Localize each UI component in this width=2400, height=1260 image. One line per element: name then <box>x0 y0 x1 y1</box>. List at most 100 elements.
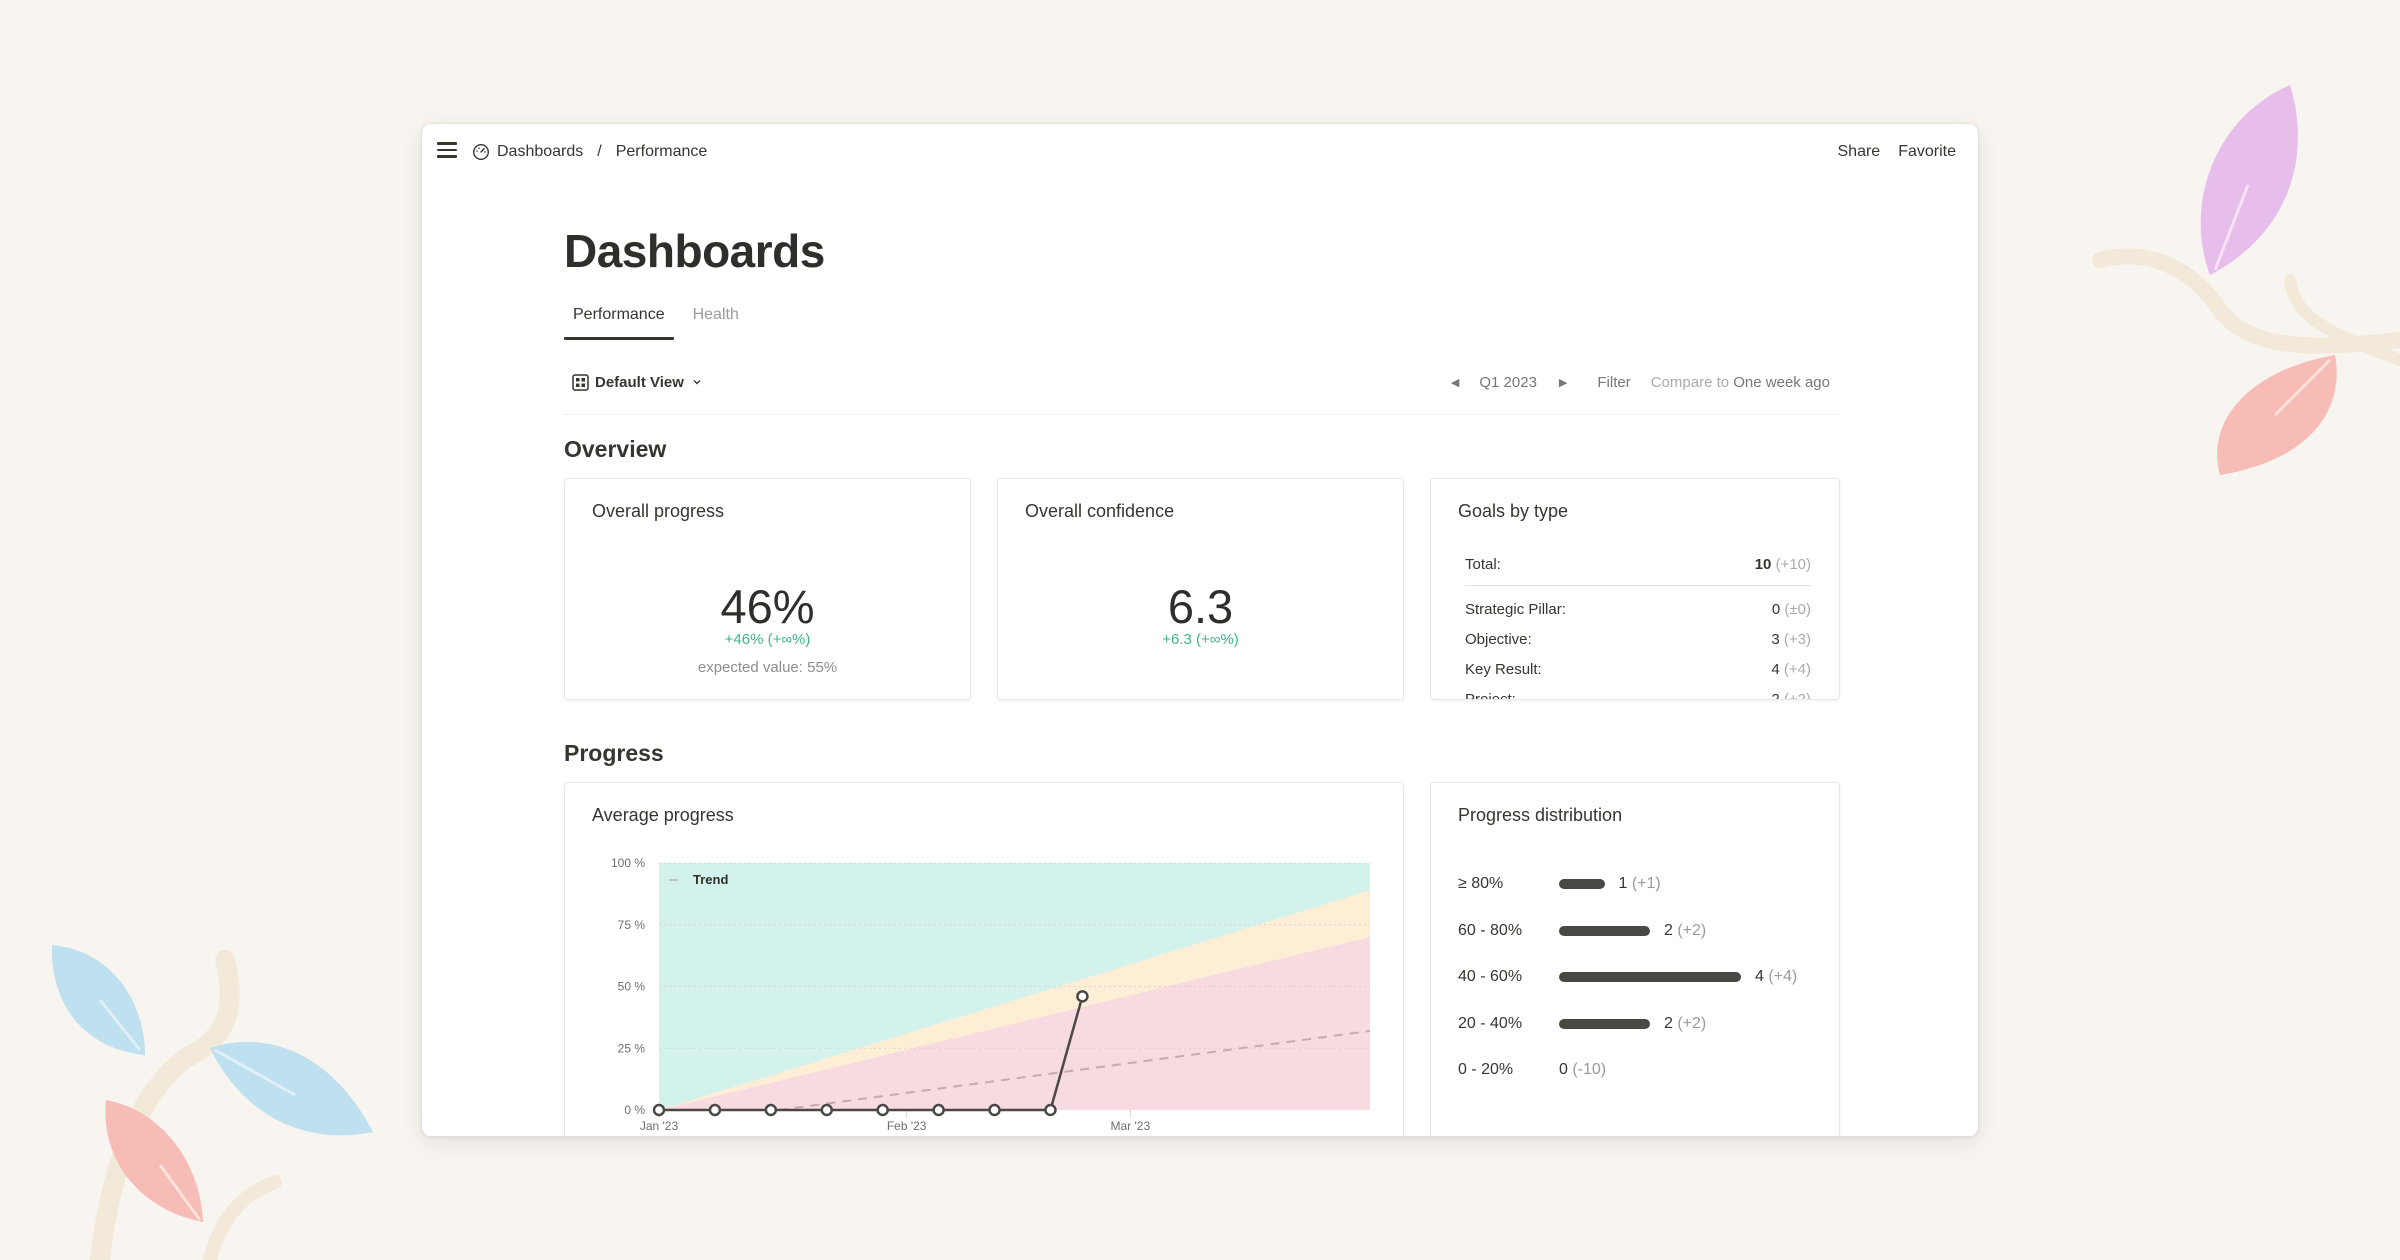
data-point <box>1076 990 1089 1003</box>
x-tick-label: Feb '23 <box>887 1119 927 1133</box>
data-point <box>820 1103 834 1117</box>
goal-delta: (+2) <box>1783 690 1811 700</box>
distribution-row: 20 - 40% 2 (+2) <box>1458 1001 1838 1048</box>
goal-label: Project: <box>1465 690 1516 700</box>
x-tick-label: Mar '23 <box>1111 1119 1151 1133</box>
distribution-row: 60 - 80% 2 (+2) <box>1458 908 1838 955</box>
breadcrumb: Dashboards / Performance <box>472 140 707 164</box>
overall-confidence-delta: +6.3 (+∞%) <box>1162 631 1239 648</box>
y-tick-label: 50 % <box>618 980 646 994</box>
data-point <box>932 1103 945 1117</box>
goal-label: Objective: <box>1465 630 1532 648</box>
compare-value: One week ago <box>1733 373 1830 391</box>
x-tick-label: Jan '23 <box>640 1119 679 1133</box>
distribution-label: 20 - 40% <box>1458 1014 1523 1032</box>
table-icon <box>572 373 589 391</box>
goal-row: Strategic Pillar: 0 (±0) <box>1465 594 1811 624</box>
triangle-left-icon[interactable]: ◀ <box>1451 376 1459 389</box>
distribution-bar <box>1559 1018 1650 1029</box>
goal-value: 4 <box>1771 660 1780 678</box>
distribution-row: 40 - 60% 4 (+4) <box>1458 954 1838 1001</box>
average-progress-card: Average progress 0 % 25 % 50 % 75 % 100 % Jan… <box>564 782 1404 1136</box>
view-selector[interactable]: Default View <box>564 374 702 391</box>
goal-delta: (+3) <box>1783 630 1811 648</box>
compare-prefix: Compare to <box>1650 373 1730 391</box>
hamburger-menu-icon[interactable] <box>436 140 458 160</box>
page-title: Dashboards <box>564 225 825 277</box>
period-controls: ◀ Q1 2023 ▶ Filter Compare to One week a… <box>1451 374 1840 391</box>
y-tick-label: 25 % <box>618 1041 646 1055</box>
dashboard-toolbar: Default View ◀ Q1 2023 ▶ Filter Compare … <box>564 367 1840 397</box>
distribution-bar <box>1559 972 1741 983</box>
goals-total-row: Total: 10 (+10) <box>1465 549 1811 579</box>
chevron-down-icon <box>693 380 701 385</box>
goals-divider <box>1465 585 1811 586</box>
app-window: Dashboards / Performance Share Favorite … <box>421 123 1979 1137</box>
breadcrumb-dashboards[interactable]: Dashboards <box>497 143 583 161</box>
distribution-value: 2 (+2) <box>1664 1014 1707 1032</box>
data-point <box>652 1103 666 1117</box>
legend-trend-label: Trend <box>693 872 728 887</box>
data-point <box>988 1103 1001 1117</box>
triangle-right-icon[interactable]: ▶ <box>1559 376 1567 389</box>
overall-progress-value: 46% <box>720 580 815 633</box>
goal-row: Objective: 3 (+3) <box>1465 624 1811 654</box>
goal-label: Key Result: <box>1465 660 1542 678</box>
goal-value: 0 <box>1771 600 1781 618</box>
goal-delta: (+10) <box>1775 555 1811 573</box>
breadcrumb-performance[interactable]: Performance <box>616 143 708 161</box>
filter-button[interactable]: Filter <box>1597 374 1630 391</box>
data-point <box>708 1103 722 1117</box>
top-actions: Share Favorite <box>1838 140 1957 164</box>
data-point <box>1044 1103 1057 1117</box>
overall-progress-card: Overall progress 46% +46% (+∞%) expected… <box>564 478 971 700</box>
distribution-label: 40 - 60% <box>1458 968 1523 986</box>
decorative-leaves-top-right <box>2092 85 2400 475</box>
share-button[interactable]: Share <box>1838 143 1881 161</box>
goals-by-type-card: Goals by type Total: 10 (+10) Strategic … <box>1430 478 1840 700</box>
distribution-row: ≥ 80% 1 (+1) <box>1458 861 1838 908</box>
favorite-button[interactable]: Favorite <box>1898 143 1956 161</box>
breadcrumb-separator: / <box>597 143 602 160</box>
overall-progress-delta: +46% (+∞%) <box>724 631 811 648</box>
card-title: Overall progress <box>592 501 725 521</box>
compare-to-selector[interactable]: Compare to One week ago <box>1651 374 1830 391</box>
distribution-label: 0 - 20% <box>1458 1061 1514 1079</box>
tab-performance[interactable]: Performance <box>564 300 674 340</box>
distribution-label: ≥ 80% <box>1458 875 1504 893</box>
goal-delta: (±0) <box>1784 600 1811 618</box>
distribution-value: 2 (+2) <box>1664 921 1707 939</box>
data-point <box>876 1103 889 1117</box>
goal-label: Total: <box>1465 555 1501 573</box>
y-tick-label: 100 % <box>611 856 645 870</box>
goal-value: 10 <box>1754 555 1772 573</box>
average-progress-chart: 0 % 25 % 50 % 75 % 100 % Jan '23 Feb '23 Mar '2… <box>611 856 1371 1133</box>
goals-list: Total: 10 (+10) Strategic Pillar: 0 (±0)… <box>1465 549 1811 700</box>
distribution-bar <box>1559 879 1605 890</box>
progress-heading: Progress <box>564 740 664 766</box>
distribution-label: 60 - 80% <box>1458 921 1523 939</box>
period-label[interactable]: Q1 2023 <box>1479 374 1537 391</box>
data-point <box>764 1103 778 1117</box>
y-tick-label: 75 % <box>618 918 646 932</box>
view-label: Default View <box>595 373 684 391</box>
goal-row: Project: 2 (+2) <box>1465 684 1811 700</box>
progress-distribution-card: Progress distribution ≥ 80% 1 (+1) 60 - 80… <box>1430 782 1840 1136</box>
top-bar: Dashboards / Performance Share Favorite <box>422 124 1978 180</box>
overall-confidence-card: Overall confidence 6.3 +6.3 (+∞%) <box>997 478 1404 700</box>
goal-value: 2 <box>1771 690 1780 700</box>
goal-row: Key Result: 4 (+4) <box>1465 654 1811 684</box>
y-tick-label: 0 % <box>624 1103 645 1117</box>
distribution-value: 0 (-10) <box>1559 1061 1607 1079</box>
tab-bar: Performance Health <box>564 300 758 340</box>
distribution-row: 0 - 20% 0 (-10) <box>1458 1047 1838 1094</box>
overall-confidence-value: 6.3 <box>1167 580 1234 633</box>
tab-health[interactable]: Health <box>684 300 748 338</box>
distribution-value: 1 (+1) <box>1618 875 1661 893</box>
goal-label: Strategic Pillar: <box>1465 600 1566 618</box>
gauge-icon <box>472 143 490 161</box>
goal-value: 3 <box>1771 630 1780 648</box>
distribution-list: ≥ 80% 1 (+1) 60 - 80% 2 (+2) 40 - 60% 4 (+4) 2… <box>1458 861 1838 1094</box>
toolbar-divider <box>564 414 1840 415</box>
card-title: Progress distribution <box>1458 805 1623 825</box>
